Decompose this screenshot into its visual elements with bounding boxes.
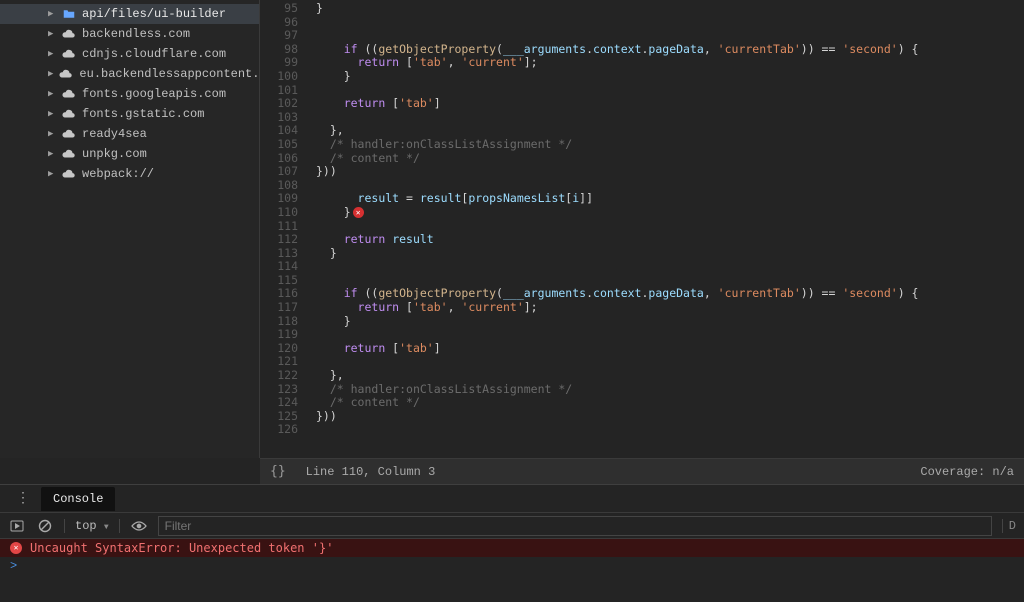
tree-item-label: unpkg.com <box>82 147 147 161</box>
drawer-tabs: ⋮ Console <box>0 485 1024 513</box>
code-area[interactable]: } if ((getObjectProperty(___arguments.co… <box>306 0 1024 458</box>
inline-error-icon: ✕ <box>353 207 364 218</box>
folder-icon <box>62 7 76 21</box>
tree-item[interactable]: ▶ fonts.gstatic.com <box>0 104 259 124</box>
tree-item-label: backendless.com <box>82 27 190 41</box>
braces-icon[interactable]: {} <box>270 464 286 479</box>
console-output[interactable]: ✕ Uncaught SyntaxError: Unexpected token… <box>0 539 1024 602</box>
tree-item-label: fonts.googleapis.com <box>82 87 226 101</box>
cloud-icon <box>59 67 73 81</box>
tree-item[interactable]: ▶ eu.backendlessappcontent.com <box>0 64 259 84</box>
tree-item-label: fonts.gstatic.com <box>82 107 204 121</box>
tree-item-label: ready4sea <box>82 127 147 141</box>
tree-item-label: webpack:// <box>82 167 154 181</box>
chevron-right-icon: ▶ <box>48 69 53 79</box>
tree-item[interactable]: ▶ ready4sea <box>0 124 259 144</box>
bottom-drawer: ⋮ Console top ▼ D ✕ Uncaught SyntaxError… <box>0 484 1024 602</box>
chevron-right-icon: ▶ <box>48 89 56 99</box>
chevron-right-icon: ▶ <box>48 109 56 119</box>
tree-item[interactable]: ▶ webpack:// <box>0 164 259 184</box>
toolbar-trailing[interactable]: D <box>1002 519 1016 533</box>
cloud-icon <box>62 127 76 141</box>
console-filter-input[interactable] <box>158 516 992 536</box>
chevron-right-icon: ▶ <box>48 129 56 139</box>
tree-item[interactable]: ▶ unpkg.com <box>0 144 259 164</box>
tree-item[interactable]: ▶ fonts.googleapis.com <box>0 84 259 104</box>
error-text: Uncaught SyntaxError: Unexpected token '… <box>30 541 333 555</box>
tree-item-label: api/files/ui-builder <box>82 7 226 21</box>
console-error-row[interactable]: ✕ Uncaught SyntaxError: Unexpected token… <box>0 539 1024 557</box>
coverage-status: Coverage: n/a <box>920 465 1014 479</box>
kebab-menu-icon[interactable]: ⋮ <box>10 490 37 507</box>
file-tree-sidebar: ▶ api/files/ui-builder ▶ backendless.com… <box>0 0 260 458</box>
chevron-right-icon: ▶ <box>48 169 56 179</box>
tree-item[interactable]: ▶ cdnjs.cloudflare.com <box>0 44 259 64</box>
cloud-icon <box>62 87 76 101</box>
tree-item[interactable]: ▶ backendless.com <box>0 24 259 44</box>
console-tab[interactable]: Console <box>41 487 115 511</box>
cloud-icon <box>62 147 76 161</box>
chevron-right-icon: ▶ <box>48 149 56 159</box>
code-editor[interactable]: 9596979899100101102103104105106107108109… <box>260 0 1024 458</box>
scope-selector[interactable]: top ▼ <box>75 519 109 533</box>
console-prompt[interactable]: > <box>0 557 1024 575</box>
editor-statusbar: {} Line 110, Column 3 Coverage: n/a <box>260 458 1024 484</box>
cloud-icon <box>62 27 76 41</box>
tree-item-label: cdnjs.cloudflare.com <box>82 47 226 61</box>
error-icon: ✕ <box>10 542 22 554</box>
line-number-gutter: 9596979899100101102103104105106107108109… <box>260 0 306 458</box>
clear-console-icon[interactable] <box>36 517 54 535</box>
chevron-right-icon: ▶ <box>48 49 56 59</box>
eye-icon[interactable] <box>130 517 148 535</box>
cloud-icon <box>62 47 76 61</box>
main-split: ▶ api/files/ui-builder ▶ backendless.com… <box>0 0 1024 458</box>
chevron-right-icon: ▶ <box>48 29 56 39</box>
tree-item-active[interactable]: ▶ api/files/ui-builder <box>0 4 259 24</box>
cloud-icon <box>62 107 76 121</box>
toggle-left-icon[interactable] <box>8 517 26 535</box>
chevron-right-icon: ▶ <box>48 9 56 19</box>
tree-item-label: eu.backendlessappcontent.com <box>79 67 281 81</box>
cloud-icon <box>62 167 76 181</box>
cursor-position: Line 110, Column 3 <box>306 465 436 479</box>
console-toolbar: top ▼ D <box>0 513 1024 539</box>
